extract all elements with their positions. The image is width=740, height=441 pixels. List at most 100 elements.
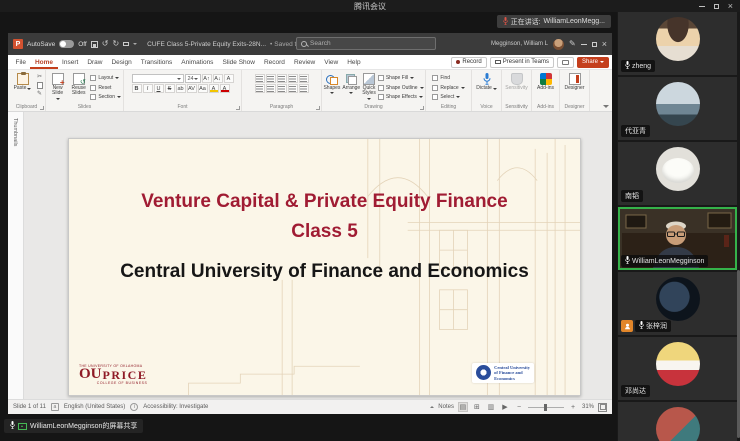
dialog-launcher-icon[interactable] <box>40 106 44 110</box>
thumbnails-panel[interactable]: Thumbnails <box>8 112 24 399</box>
undo-icon[interactable]: ↺ <box>102 40 109 48</box>
columns-icon[interactable] <box>299 84 309 93</box>
participant-tile[interactable]: zheng <box>618 12 737 75</box>
present-in-teams-button[interactable]: Present in Teams <box>490 57 554 68</box>
quick-styles-button[interactable]: Quick Styles <box>362 72 376 100</box>
font-color-button[interactable]: A <box>220 84 230 93</box>
participant-tile[interactable]: 代亚青 <box>618 77 737 140</box>
participant-tile[interactable]: 南韬 <box>618 142 737 205</box>
tab-view[interactable]: View <box>320 55 343 69</box>
tab-review[interactable]: Review <box>289 55 319 69</box>
reset-button[interactable]: Reset <box>90 84 121 92</box>
spell-check-icon[interactable]: a <box>51 403 59 411</box>
dialog-launcher-icon[interactable] <box>316 106 320 110</box>
share-button[interactable]: Share <box>577 57 609 68</box>
language-status[interactable]: English (United States) <box>64 404 125 410</box>
tab-help[interactable]: Help <box>343 55 365 69</box>
character-spacing-button[interactable]: AV <box>187 84 197 93</box>
replace-button[interactable]: Replace <box>432 84 464 92</box>
ppt-restore-icon[interactable] <box>592 42 597 47</box>
cut-icon[interactable]: ✂ <box>37 74 42 80</box>
arrange-button[interactable]: Arrange <box>342 72 360 94</box>
search-box[interactable] <box>296 37 436 50</box>
bullets-icon[interactable] <box>255 74 265 83</box>
line-spacing-icon[interactable] <box>299 74 309 83</box>
maximize-icon[interactable] <box>714 4 719 9</box>
notes-toggle[interactable]: Notes <box>438 404 454 410</box>
indent-decrease-icon[interactable] <box>277 74 287 83</box>
shapes-button[interactable]: Shapes <box>323 72 340 94</box>
search-input[interactable] <box>310 40 431 47</box>
fit-slide-icon[interactable] <box>598 403 607 412</box>
zoom-in-icon[interactable]: + <box>568 402 578 412</box>
ppt-close-icon[interactable]: × <box>602 40 607 49</box>
normal-view-icon[interactable]: ▤ <box>458 402 468 412</box>
zoom-slider-thumb[interactable] <box>544 404 547 411</box>
add-ins-button[interactable]: Add-ins <box>534 72 557 91</box>
format-painter-icon[interactable]: ✎ <box>37 91 42 97</box>
increase-font-icon[interactable]: A↑ <box>202 74 212 83</box>
participant-tile[interactable]: 张梓润 <box>618 272 737 335</box>
dialog-launcher-icon[interactable] <box>420 106 424 110</box>
decrease-font-icon[interactable]: A↓ <box>213 74 223 83</box>
strikethrough-button[interactable]: S <box>165 84 175 93</box>
save-icon[interactable] <box>91 41 98 48</box>
tab-slide-show[interactable]: Slide Show <box>218 55 260 69</box>
shape-fill-button[interactable]: Shape Fill <box>378 74 424 82</box>
italic-button[interactable]: I <box>143 84 153 93</box>
tab-draw[interactable]: Draw <box>83 55 107 69</box>
participant-tile[interactable]: 邓尚达 <box>618 337 737 400</box>
account-name[interactable]: Megginson, William L <box>491 41 548 47</box>
pencil-icon[interactable]: ✎ <box>569 40 576 48</box>
new-slide-button[interactable]: New Slide <box>48 72 67 100</box>
justify-icon[interactable] <box>288 84 298 93</box>
layout-button[interactable]: Layout <box>90 74 121 82</box>
font-size-select[interactable]: 24 <box>185 74 201 83</box>
tab-animations[interactable]: Animations <box>177 55 218 69</box>
slide-sorter-icon[interactable]: ⊞ <box>472 402 482 412</box>
find-button[interactable]: Find <box>432 74 464 82</box>
account-avatar[interactable] <box>553 39 564 50</box>
align-left-icon[interactable] <box>255 84 265 93</box>
dictate-button[interactable]: Dictate <box>475 72 499 91</box>
close-icon[interactable]: × <box>728 2 733 11</box>
highlight-color-button[interactable]: A <box>209 84 219 93</box>
zoom-slider[interactable] <box>528 407 564 408</box>
tab-design[interactable]: Design <box>107 55 136 69</box>
tab-transitions[interactable]: Transitions <box>136 55 177 69</box>
comments-button[interactable] <box>557 57 574 68</box>
align-center-icon[interactable] <box>266 84 276 93</box>
accessibility-status[interactable]: Accessibility: Investigate <box>143 404 208 410</box>
minimize-icon[interactable] <box>699 6 705 7</box>
paste-button[interactable]: Paste <box>11 72 35 91</box>
present-icon[interactable] <box>123 42 129 46</box>
indent-increase-icon[interactable] <box>288 74 298 83</box>
shape-effects-button[interactable]: Shape Effects <box>378 93 424 101</box>
tab-home[interactable]: Home <box>30 55 57 69</box>
participant-tile[interactable] <box>618 402 737 441</box>
tab-file[interactable]: File <box>11 55 30 69</box>
align-right-icon[interactable] <box>277 84 287 93</box>
underline-button[interactable]: U <box>154 84 164 93</box>
reading-view-icon[interactable]: ▥ <box>486 402 496 412</box>
clear-formatting-icon[interactable]: A <box>224 74 234 83</box>
reuse-slides-button[interactable]: Reuse Slides <box>69 72 88 97</box>
designer-button[interactable]: Designer <box>563 72 587 91</box>
slide-canvas[interactable]: Venture Capital & Private Equity Finance… <box>68 138 581 396</box>
record-button[interactable]: Record <box>451 57 486 68</box>
redo-icon[interactable]: ↻ <box>112 40 119 48</box>
font-name-select[interactable] <box>132 74 184 83</box>
zoom-level[interactable]: 31% <box>582 404 594 410</box>
slideshow-icon[interactable]: ▶ <box>500 402 510 412</box>
change-case-button[interactable]: Aa <box>198 84 208 93</box>
section-button[interactable]: Section <box>90 93 121 101</box>
bold-button[interactable]: B <box>132 84 142 93</box>
ppt-minimize-icon[interactable] <box>581 44 587 45</box>
autosave-toggle[interactable] <box>59 40 74 48</box>
zoom-out-icon[interactable]: − <box>514 402 524 412</box>
numbering-icon[interactable] <box>266 74 276 83</box>
collapse-ribbon-icon[interactable] <box>603 105 609 108</box>
dialog-launcher-icon[interactable] <box>236 106 240 110</box>
quick-access-chevron-icon[interactable] <box>133 43 137 45</box>
shadow-button[interactable]: ab <box>176 84 186 93</box>
